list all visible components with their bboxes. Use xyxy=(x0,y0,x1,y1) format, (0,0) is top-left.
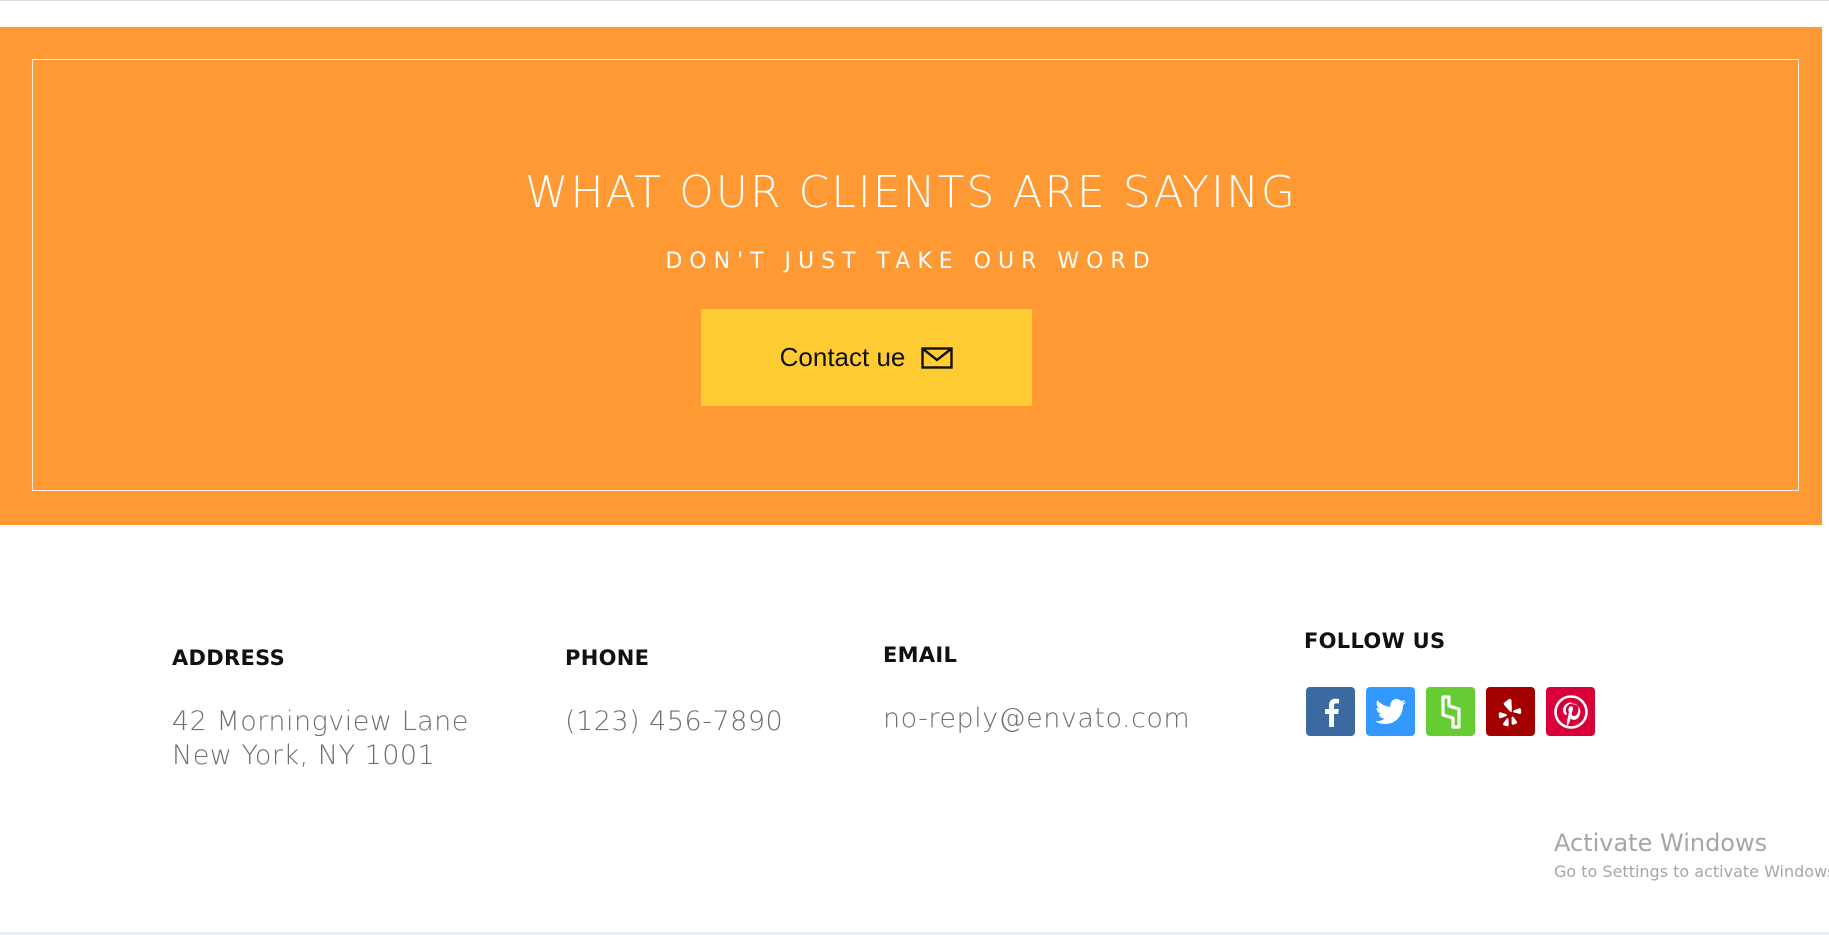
houzz-icon[interactable] xyxy=(1426,687,1475,736)
address-text: 42 Morningview Lane New York, NY 1001 xyxy=(172,705,469,773)
address-block: ADDRESS 42 Morningview Lane New York, NY… xyxy=(172,645,469,773)
pinterest-icon[interactable] xyxy=(1546,687,1595,736)
testimonial-banner: WHAT OUR CLIENTS ARE SAYING DON'T JUST T… xyxy=(0,27,1822,525)
phone-number: (123) 456-7890 xyxy=(565,706,784,737)
email-heading: EMAIL xyxy=(883,643,958,667)
phone-heading: PHONE xyxy=(565,646,650,670)
banner-subtitle: DON'T JUST TAKE OUR WORD xyxy=(665,249,1157,274)
address-line-2: New York, NY 1001 xyxy=(172,740,436,771)
yelp-icon[interactable] xyxy=(1486,687,1535,736)
email-address: no-reply@envato.com xyxy=(883,703,1191,734)
contact-button[interactable]: Contact ue xyxy=(701,309,1032,406)
follow-heading: FOLLOW US xyxy=(1304,629,1446,653)
follow-block: FOLLOW US xyxy=(1304,628,1595,736)
address-line-1: 42 Morningview Lane xyxy=(172,706,469,737)
activate-windows-watermark: Activate Windows Go to Settings to activ… xyxy=(1554,827,1829,883)
envelope-icon xyxy=(921,346,954,369)
activate-windows-title: Activate Windows xyxy=(1554,829,1768,857)
twitter-icon[interactable] xyxy=(1366,687,1415,736)
phone-block: PHONE (123) 456-7890 xyxy=(565,645,783,739)
contact-button-label: Contact ue xyxy=(779,342,906,372)
social-links xyxy=(1306,687,1595,736)
facebook-icon[interactable] xyxy=(1306,687,1355,736)
banner-title: WHAT OUR CLIENTS ARE SAYING xyxy=(524,167,1297,218)
top-divider xyxy=(0,0,1829,1)
email-block: EMAIL no-reply@envato.com xyxy=(883,642,1190,736)
page: WHAT OUR CLIENTS ARE SAYING DON'T JUST T… xyxy=(0,0,1829,935)
address-heading: ADDRESS xyxy=(172,646,286,670)
activate-windows-hint: Go to Settings to activate Windows. xyxy=(1554,862,1829,881)
